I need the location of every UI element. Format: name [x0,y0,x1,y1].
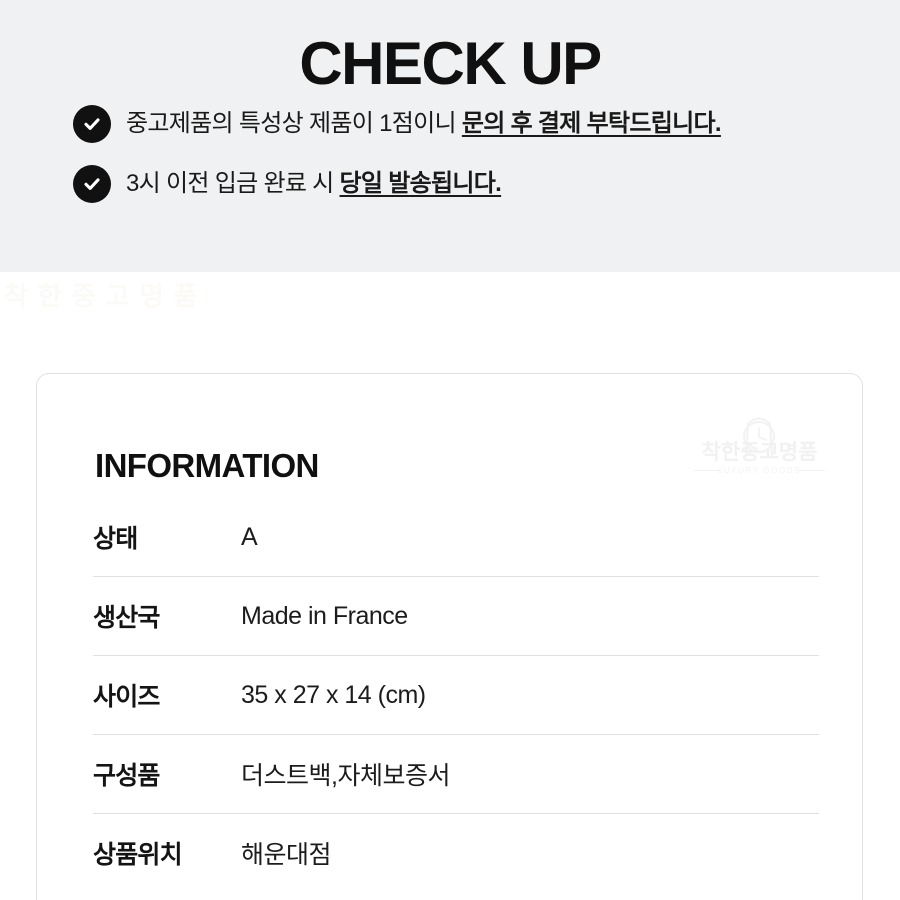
table-row-label: 생산국 [93,604,160,632]
checkup-item-emphasis: 문의 후 결제 부탁드립니다. [461,110,722,137]
checkup-section: CHECK UP 중고제품의 특성상 제품이 1점이니 문의 후 결제 부탁드립… [0,0,900,272]
table-row-label: 상품위치 [93,841,183,869]
list-item: 3시 이전 입금 완료 시 당일 발송됩니다. [73,164,873,204]
brand-watermark: 착한중고명품 LUXURY GOODS [692,404,827,484]
information-table: 상태 A 생산국 Made in France 사이즈 35 x 27 x 14… [93,498,819,892]
information-card: INFORMATION 착한중고명품 LUXURY GOODS 상태 A 생산국… [36,373,863,900]
page-title: CHECK UP [299,30,602,98]
table-row: 상태 A [93,498,819,577]
list-item: 중고제품의 특성상 제품이 1점이니 문의 후 결제 부탁드립니다. [73,104,873,144]
brand-watermark-subtitle: LUXURY GOODS [717,466,802,475]
checkup-item-text: 3시 이전 입금 완료 시 당일 발송됩니다. [126,164,502,204]
checkup-item-text: 중고제품의 특성상 제품이 1점이니 문의 후 결제 부탁드립니다. [126,104,722,144]
checkup-item-plain: 중고제품의 특성상 제품이 1점이니 [126,110,462,137]
table-row-value: 더스트백,자체보증서 [241,762,450,790]
checkup-list: 중고제품의 특성상 제품이 1점이니 문의 후 결제 부탁드립니다. 3시 이전… [73,104,873,224]
brand-watermark-name: 착한중고명품 [701,441,818,464]
background-watermark: 착한중고명품 [4,281,208,311]
table-row-value: Made in France [241,601,408,630]
table-row: 구성품 더스트백,자체보증서 [93,735,819,814]
information-heading: INFORMATION [95,447,319,485]
product-detail-page: CHECK UP 중고제품의 특성상 제품이 1점이니 문의 후 결제 부탁드립… [0,0,900,900]
watch-icon [743,417,775,457]
table-row: 상품위치 해운대점 [93,814,819,892]
checkup-item-plain: 3시 이전 입금 완료 시 [126,170,340,197]
table-row-label: 구성품 [93,762,160,790]
table-row-value: 해운대점 [241,841,332,869]
table-row: 사이즈 35 x 27 x 14 (cm) [93,656,819,735]
check-circle-icon [73,105,111,143]
table-row-value: 35 x 27 x 14 (cm) [241,680,426,709]
table-row-label: 사이즈 [93,683,160,711]
table-row-label: 상태 [93,525,138,553]
table-row-value: A [241,522,258,551]
check-circle-icon [73,165,111,203]
checkup-item-emphasis: 당일 발송됩니다. [339,170,502,197]
table-row: 생산국 Made in France [93,577,819,656]
